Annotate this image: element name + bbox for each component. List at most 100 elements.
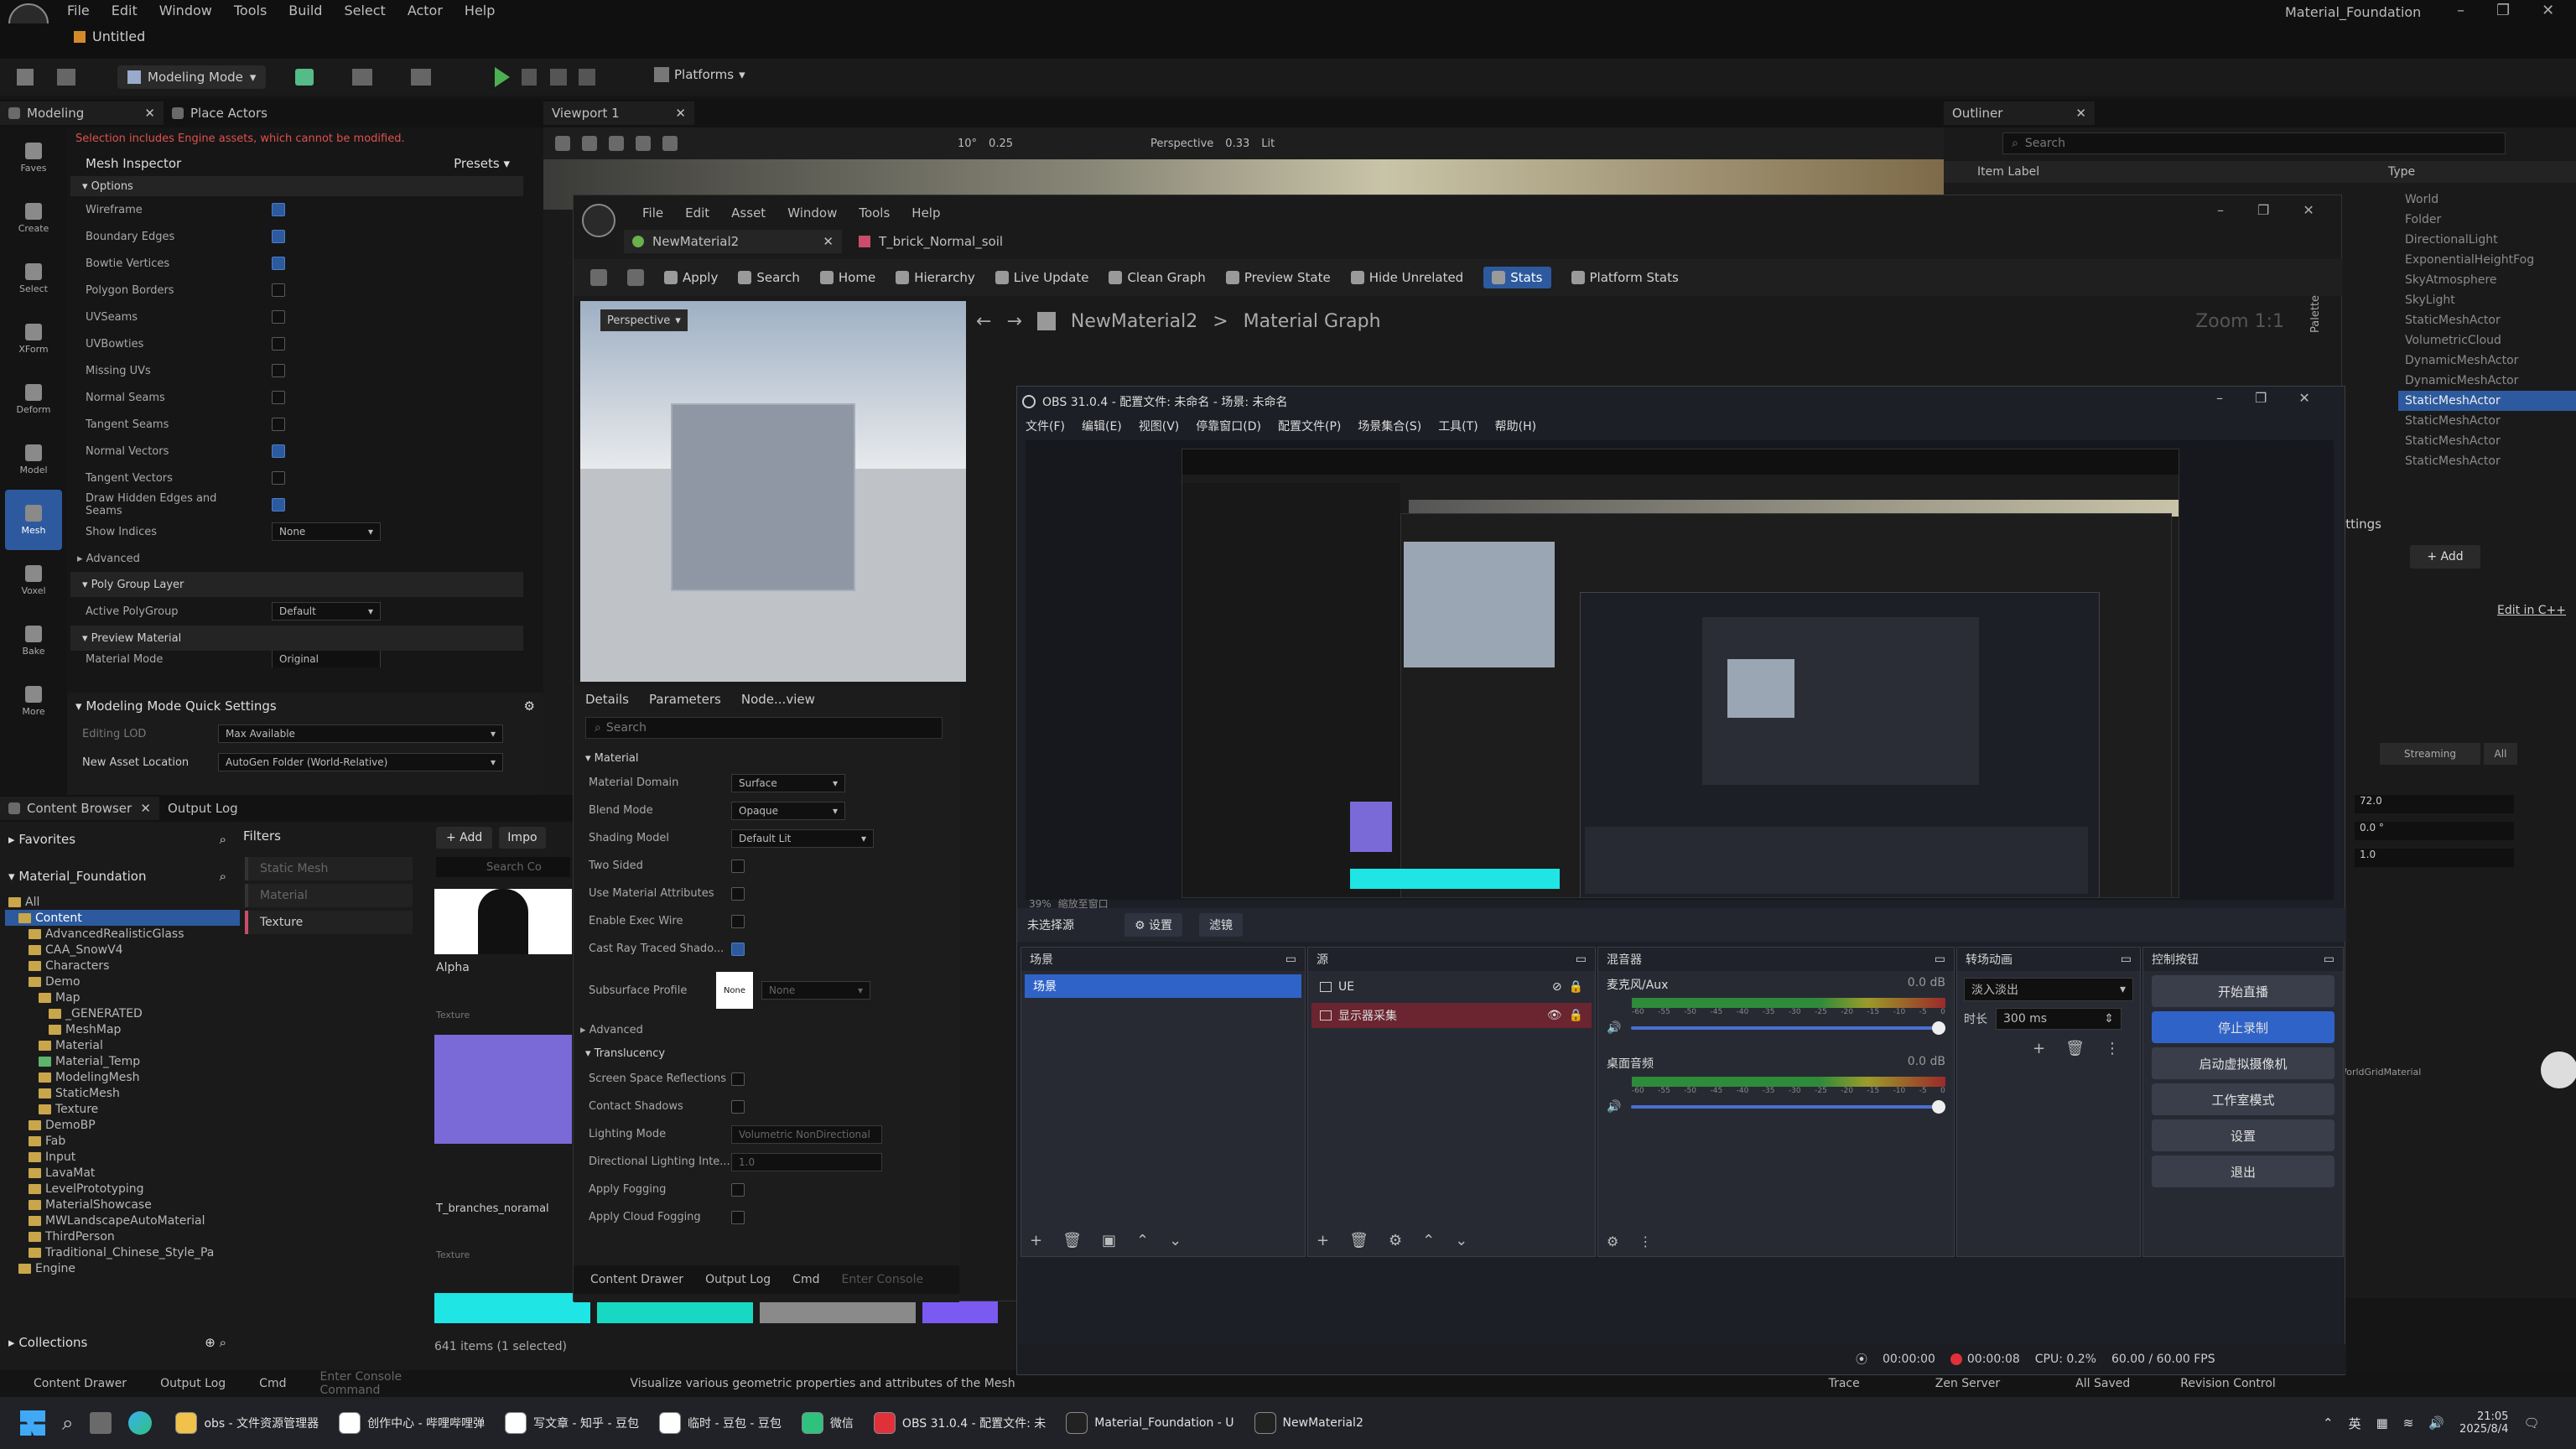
material-foundation-root[interactable]: ▾ Material_Foundation ⌕: [8, 865, 226, 887]
taskbar-app[interactable]: Material_Foundation - U: [1057, 1405, 1242, 1441]
chevron-up-icon[interactable]: ⌃: [2323, 1415, 2334, 1431]
stop-icon[interactable]: [550, 69, 567, 86]
palette-tab[interactable]: Palette: [2309, 295, 2322, 333]
folder-tree-item[interactable]: CAA_SnowV4: [5, 942, 240, 958]
details-tab[interactable]: Parameters: [649, 692, 721, 707]
trash-icon[interactable]: 🗑: [1062, 1232, 1082, 1249]
option-checkbox[interactable]: [272, 391, 285, 404]
volume-slider[interactable]: [1631, 1021, 1945, 1035]
menu-item-window[interactable]: Window: [159, 3, 212, 18]
folder-tree-item[interactable]: Demo: [5, 974, 240, 989]
translate-icon[interactable]: [609, 136, 624, 151]
folder-tree-item[interactable]: Traditional_Chinese_Style_Pa: [5, 1244, 240, 1260]
outliner-row[interactable]: ExponentialHeightFog: [2398, 250, 2576, 270]
folder-tree-item[interactable]: Material_Temp: [5, 1053, 240, 1069]
outliner-search-input[interactable]: ⌕ Search: [2002, 132, 2506, 154]
cmd-dropdown[interactable]: Cmd: [259, 1377, 286, 1390]
forward-arrow-icon[interactable]: →: [1006, 311, 1021, 332]
asset-thumb-alpha[interactable]: [434, 889, 572, 954]
add-icon[interactable]: +: [2033, 1040, 2045, 1057]
menu-item-help[interactable]: Help: [911, 205, 940, 221]
trace-button[interactable]: Trace: [1829, 1377, 1860, 1390]
option-checkbox[interactable]: [272, 283, 285, 297]
menu-item-tools[interactable]: Tools: [859, 205, 890, 221]
output-log-button[interactable]: Output Log: [705, 1273, 771, 1286]
volume-slider-handle[interactable]: [1932, 1021, 1945, 1035]
outliner-row[interactable]: StaticMeshActor: [2398, 391, 2576, 411]
close-icon[interactable]: ✕: [2075, 106, 2086, 121]
material-mode-select[interactable]: Original: [272, 651, 381, 667]
show-indices-select[interactable]: None ▾: [272, 522, 381, 541]
toolbar-live-update-button[interactable]: Live Update: [995, 270, 1088, 285]
details-tab[interactable]: Node...view: [741, 692, 815, 707]
taskbar-app[interactable]: 临时 - 豆包 - 豆包: [651, 1405, 790, 1441]
eye-icon[interactable]: 👁: [1547, 1009, 1562, 1022]
volume-icon[interactable]: 🔊: [1607, 1100, 1621, 1114]
content-drawer-button[interactable]: Content Drawer: [590, 1273, 683, 1286]
toolbar-hierarchy-button[interactable]: Hierarchy: [896, 270, 975, 285]
advanced-section[interactable]: ▸ Advanced: [574, 1018, 959, 1041]
modeling-mode-dropdown[interactable]: Modeling Mode ▾: [117, 65, 267, 89]
tool-category-deform[interactable]: Deform: [0, 369, 67, 429]
output-log-button[interactable]: Output Log: [160, 1377, 226, 1390]
folder-tree-item[interactable]: Texture: [5, 1101, 240, 1117]
outliner-row[interactable]: StaticMeshActor: [2398, 411, 2576, 431]
asset-thumb-branches[interactable]: [434, 1035, 572, 1144]
source-settings-button[interactable]: ⚙ 设置: [1124, 913, 1183, 937]
taskbar-app[interactable]: OBS 31.0.4 - 配置文件: 未: [865, 1405, 1054, 1441]
cmd-dropdown[interactable]: Cmd: [792, 1273, 819, 1286]
windows-start-icon[interactable]: [20, 1410, 45, 1436]
control-button[interactable]: 开始直播: [2152, 975, 2334, 1007]
content-search-input[interactable]: Search Co: [436, 857, 570, 877]
add-component-button[interactable]: + Add: [2410, 545, 2480, 569]
source-item[interactable]: 显示器采集 👁 🔒: [1311, 1003, 1592, 1028]
console-input[interactable]: Enter Console: [841, 1273, 923, 1286]
menu-item-file[interactable]: File: [642, 205, 663, 221]
option-checkbox[interactable]: [272, 230, 285, 243]
transition-select[interactable]: 淡入淡出 ▾: [1964, 978, 2133, 1001]
folder-tree-item[interactable]: Material: [5, 1037, 240, 1053]
folder-tree-item[interactable]: Characters: [5, 958, 240, 974]
taskbar-app[interactable]: NewMaterial2: [1246, 1405, 1372, 1441]
outliner-row[interactable]: SkyAtmosphere: [2398, 270, 2576, 290]
gear-icon[interactable]: ⚙: [524, 699, 535, 714]
fov-value[interactable]: 0.33: [1225, 138, 1249, 150]
outliner-row[interactable]: World: [2398, 190, 2576, 210]
obs-menu-item[interactable]: 帮助(H): [1495, 418, 1536, 434]
edge-icon[interactable]: [128, 1411, 153, 1435]
folder-tree-item[interactable]: Fab: [5, 1133, 240, 1149]
translucency-checkbox[interactable]: [731, 1099, 745, 1114]
translucency-checkbox[interactable]: [731, 1210, 745, 1224]
menu-item-actor[interactable]: Actor: [408, 3, 443, 18]
dock-float-icon[interactable]: ▭: [1935, 953, 1945, 966]
obs-menu-item[interactable]: 视图(V): [1139, 418, 1180, 434]
revision-control-button[interactable]: Revision Control: [2180, 1377, 2276, 1390]
obs-preview[interactable]: [1026, 440, 2334, 900]
poly-group-layer-section[interactable]: ▾ Poly Group Layer: [70, 572, 523, 597]
obs-menu-item[interactable]: 场景集合(S): [1358, 418, 1421, 434]
menu-item-asset[interactable]: Asset: [731, 205, 766, 221]
toolbar-hide-unrelated-button[interactable]: Hide Unrelated: [1350, 270, 1463, 285]
menu-item-edit[interactable]: Edit: [112, 3, 138, 18]
item-label-header[interactable]: Item Label: [1944, 165, 2388, 179]
subsurface-select[interactable]: None ▾: [761, 981, 870, 1000]
toolbar-platform-stats-button[interactable]: Platform Stats: [1571, 270, 1679, 285]
snap-scale-value[interactable]: 0.25: [989, 138, 1013, 150]
tab-t-brick[interactable]: T_brick_Normal_soil: [850, 230, 1011, 253]
lock-icon[interactable]: 🔒: [1569, 1009, 1583, 1022]
tool-category-model[interactable]: Model: [0, 429, 67, 490]
translucency-checkbox[interactable]: [731, 1182, 745, 1197]
duration-input[interactable]: 300 ms ⇕: [1996, 1008, 2122, 1030]
obs-menu-item[interactable]: 工具(T): [1438, 418, 1478, 434]
ime-grid-icon[interactable]: ▦: [2376, 1415, 2388, 1431]
dock-float-icon[interactable]: ▭: [2121, 953, 2132, 966]
search-icon[interactable]: ⌕: [62, 1411, 73, 1435]
edit-in-cpp-link[interactable]: Edit in C++: [2497, 604, 2566, 617]
close-icon[interactable]: ✕: [675, 106, 686, 121]
control-button[interactable]: 工作室模式: [2152, 1083, 2334, 1115]
outliner-row[interactable]: DirectionalLight: [2398, 230, 2576, 250]
toolbar-stats-button[interactable]: Stats: [1483, 267, 1551, 288]
tool-category-more[interactable]: More: [0, 671, 67, 731]
tool-category-xform[interactable]: XForm: [0, 309, 67, 369]
import-button[interactable]: Impo: [499, 827, 546, 849]
